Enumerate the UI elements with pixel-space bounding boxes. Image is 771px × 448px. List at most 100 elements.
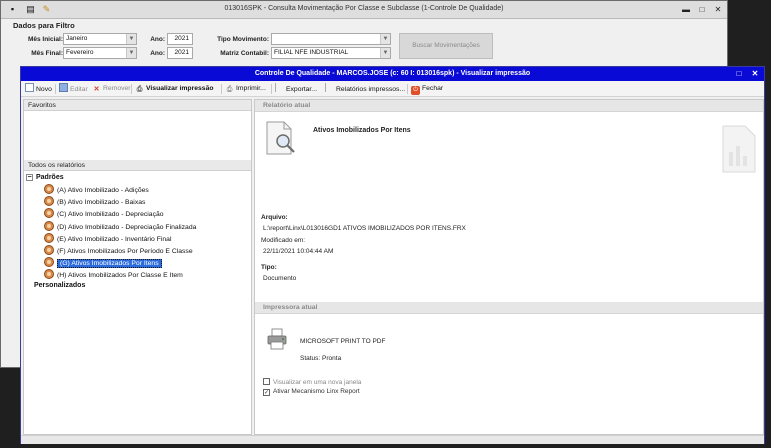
report-item-label: (G) Ativos Imobilizados Por Itens — [57, 259, 162, 269]
arquivo-value: L:\report\Linx\L013016GD1 ATIVOS IMOBILI… — [263, 225, 466, 232]
relatorios-impressos-button[interactable]: Relatórios impressos... — [325, 83, 405, 95]
chevron-down-icon[interactable]: ▼ — [126, 34, 136, 44]
todos-relatorios-header: Todos os relatórios — [24, 160, 251, 171]
modificado-label: Modificado em: — [261, 237, 306, 244]
report-icon — [44, 184, 54, 194]
printer-status: Status: Pronta — [300, 355, 342, 362]
document-watermark-icon — [722, 125, 756, 173]
personalizados-label: Personalizados — [34, 282, 86, 289]
collapse-icon[interactable]: − — [26, 174, 33, 181]
background-left-strip — [1, 65, 21, 365]
report-icon — [44, 245, 54, 255]
matriz-label: Matriz Contabil: — [220, 50, 269, 57]
export-icon — [275, 83, 284, 92]
report-magnifier-icon — [266, 121, 295, 155]
ano1-label: Ano: — [150, 36, 165, 43]
fechar-button[interactable]: ⏻ Fechar — [411, 83, 443, 95]
remover-label: Remover — [103, 85, 131, 92]
chevron-down-icon[interactable]: ▼ — [380, 48, 390, 58]
mes-final-value: Fevereiro — [66, 49, 94, 56]
ano2-label: Ano: — [150, 50, 165, 57]
background-window-title: 013016SPK - Consulta Movimentação Por Cl… — [224, 5, 504, 12]
filter-section-title: Dados para Filtro — [13, 21, 75, 30]
fechar-label: Fechar — [422, 85, 444, 92]
chevron-down-icon[interactable]: ▼ — [380, 34, 390, 44]
mes-final-select[interactable]: Fevereiro ▼ — [63, 47, 137, 59]
tree-node-personalizados[interactable]: Personalizados — [34, 281, 85, 291]
impressora-atual-header: Impressora atual — [255, 302, 763, 314]
report-item[interactable]: (G) Ativos Imobilizados Por Itens — [44, 257, 162, 269]
novo-label: Novo — [36, 86, 52, 93]
toolbar-separator — [221, 84, 222, 94]
relatorio-atual-header: Relatório atual — [255, 100, 763, 112]
close-button[interactable]: ✕ — [750, 69, 760, 79]
report-item[interactable]: (F) Ativos Imobilizados Por Período E Cl… — [44, 245, 193, 256]
toolbar-separator — [271, 84, 272, 94]
linx-report-checkbox[interactable]: ✓ Ativar Mecanismo Linx Report — [263, 387, 360, 396]
arquivo-label: Arquivo: — [261, 214, 288, 221]
ano1-input[interactable]: 2021 — [167, 33, 193, 45]
report-icon — [44, 269, 54, 280]
checkbox-box[interactable] — [263, 378, 270, 385]
chevron-down-icon[interactable]: ▼ — [126, 48, 136, 58]
checkbox-box[interactable]: ✓ — [263, 389, 270, 396]
imprimir-button[interactable]: ⎙ Imprimir... — [225, 83, 266, 95]
tipo-movimento-select[interactable]: ▼ — [271, 33, 391, 45]
restore-button[interactable]: □ — [734, 69, 744, 79]
report-item[interactable]: (H) Ativos Imobilizados Por Classe E Ite… — [44, 269, 183, 280]
exportar-button[interactable]: Exportar... — [275, 83, 317, 95]
tipo-value: Documento — [263, 275, 297, 282]
nova-janela-label: Visualizar em uma nova janela — [273, 379, 362, 386]
modificado-value: 22/11/2021 10:04:44 AM — [263, 248, 334, 255]
relatorios-label: Relatórios impressos... — [336, 86, 406, 93]
edit-grid-icon — [59, 83, 68, 92]
close-button[interactable]: ✕ — [713, 5, 723, 14]
delete-x-icon: ✕ — [93, 86, 100, 93]
tipo-label: Tipo: — [261, 264, 277, 271]
novo-button[interactable]: Novo — [25, 83, 52, 95]
linx-report-label: Ativar Mecanismo Linx Report — [273, 388, 360, 395]
tree-node-padroes[interactable]: − Padrões — [26, 173, 64, 183]
print-preview-window: Controle De Qualidade - MARCOS.JOSE (c: … — [20, 66, 765, 444]
report-item-label: (A) Ativo Imobilizado - Adições — [57, 187, 149, 194]
minimize-button[interactable]: ▬ — [681, 5, 691, 14]
nova-janela-checkbox[interactable]: Visualizar em uma nova janela — [263, 378, 361, 387]
report-item[interactable]: (A) Ativo Imobilizado - Adições — [44, 184, 149, 195]
print-preview-titlebar: Controle De Qualidade - MARCOS.JOSE (c: … — [21, 67, 764, 81]
report-icon — [44, 232, 54, 243]
padroes-label: Padrões — [36, 174, 64, 181]
editar-label: Editar — [70, 86, 88, 93]
report-item-label: (C) Ativo Imobilizado - Depreciação — [57, 211, 164, 219]
remover-button[interactable]: ✕ Remover — [92, 83, 131, 95]
printer-icon: ⎙ — [226, 86, 233, 93]
matriz-value: FILIAL NFE INDUSTRIAL — [274, 49, 349, 56]
mes-inicial-select[interactable]: Janeiro ▼ — [63, 33, 137, 45]
report-item[interactable]: (B) Ativo Imobilizado - Baixas — [44, 196, 145, 207]
mes-final-label: Mês Final: — [31, 50, 63, 57]
visualizar-impressao-button[interactable]: ⎙ Visualizar impressão — [135, 83, 214, 95]
toolbar-separator — [131, 84, 132, 94]
editar-button[interactable]: Editar — [59, 83, 88, 95]
exportar-label: Exportar... — [286, 86, 317, 93]
printed-reports-icon — [325, 83, 334, 92]
report-item-label: (B) Ativo Imobilizado - Baixas — [57, 199, 146, 207]
report-item-label: (F) Ativos Imobilizados Por Período E Cl… — [57, 248, 193, 255]
printer-name: MICROSOFT PRINT TO PDF — [300, 338, 386, 345]
print-preview-icon: ⎙ — [136, 86, 143, 93]
status-bar — [21, 435, 764, 444]
report-icon — [44, 257, 54, 268]
tipo-movimento-label: Tipo Movimento: — [217, 36, 269, 43]
visualizar-label: Visualizar impressão — [146, 85, 214, 92]
maximize-button[interactable]: □ — [697, 5, 707, 14]
report-item[interactable]: (D) Ativo Imobilizado - Depreciação Fina… — [44, 220, 196, 232]
report-item[interactable]: (C) Ativo Imobilizado - Depreciação — [44, 208, 164, 219]
reports-pane: Favoritos Todos os relatórios − Padrões (… — [23, 99, 252, 435]
report-item[interactable]: (E) Ativo Imobilizado - Inventário Final — [44, 232, 172, 244]
matriz-select[interactable]: FILIAL NFE INDUSTRIAL ▼ — [271, 47, 391, 59]
mes-inicial-value: Janeiro — [66, 35, 88, 42]
report-item-label: (E) Ativo Imobilizado - Inventário Final — [57, 235, 172, 243]
print-preview-title: Controle De Qualidade - MARCOS.JOSE (c: … — [254, 70, 531, 77]
ano2-input[interactable]: 2021 — [167, 47, 193, 59]
buscar-movimentacoes-button[interactable]: Buscar Movimentações — [399, 33, 493, 59]
exit-icon: ⏻ — [411, 86, 420, 95]
